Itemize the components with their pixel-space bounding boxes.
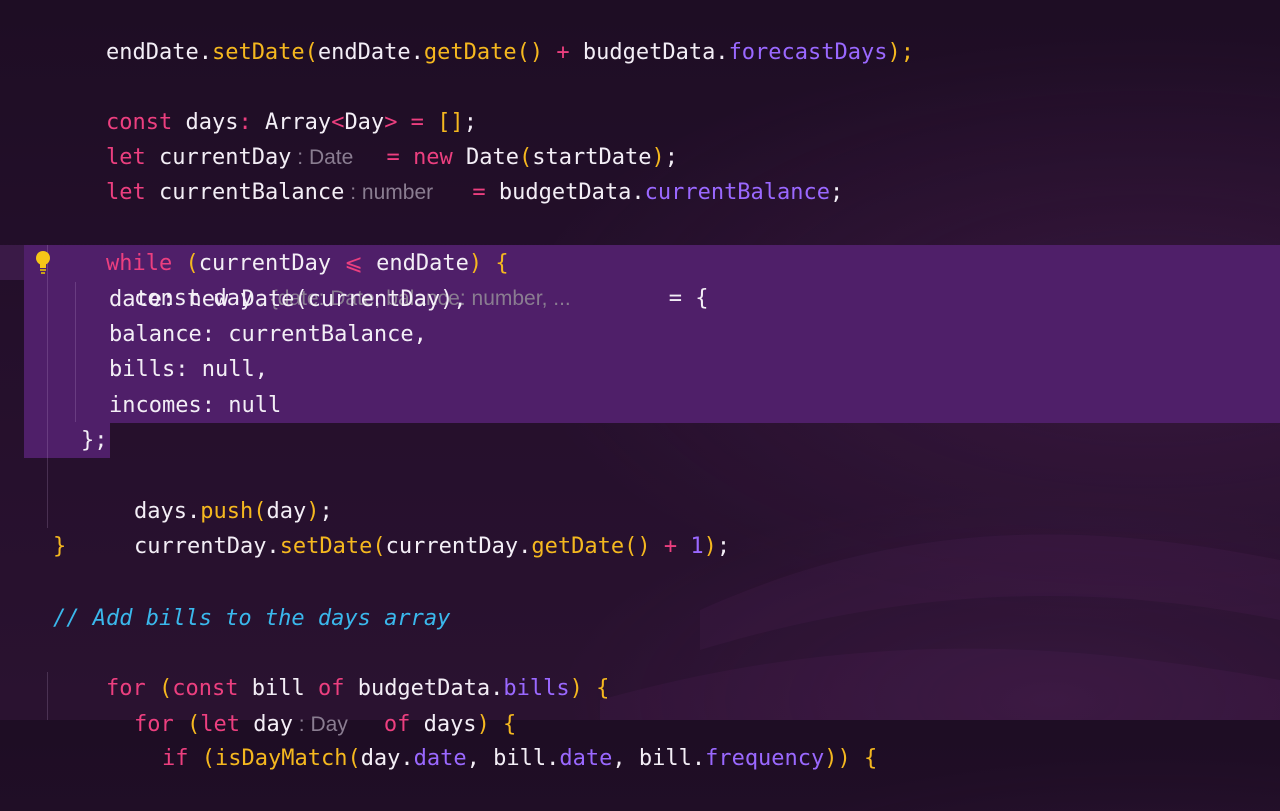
code-token: + bbox=[650, 534, 691, 559]
code-token: () bbox=[516, 40, 544, 65]
code-token: date bbox=[413, 746, 467, 771]
code-editor[interactable]: endDate.setDate(endDate.getDate() + budg… bbox=[0, 0, 1280, 771]
code-token: ) bbox=[703, 534, 717, 559]
code-line[interactable]: endDate.setDate(endDate.getDate() + budg… bbox=[53, 0, 914, 65]
code-token: getDate bbox=[423, 40, 517, 65]
code-token: budgetData. bbox=[582, 40, 729, 65]
code-token: isDayMatch bbox=[214, 746, 348, 771]
lightbulb-icon[interactable] bbox=[34, 250, 52, 276]
code-line[interactable]: bills: null, bbox=[109, 352, 268, 387]
code-line[interactable]: while (currentDay ⩽ endDate) { bbox=[53, 211, 509, 276]
code-line[interactable]: currentDay.setDate(currentDay.getDate() … bbox=[81, 494, 730, 559]
code-line[interactable]: } bbox=[53, 529, 66, 564]
code-token: { bbox=[850, 746, 878, 771]
code-token: ( bbox=[347, 746, 361, 771]
code-comment[interactable]: // Add bills to the days array bbox=[53, 601, 450, 636]
code-token: ( bbox=[188, 746, 215, 771]
code-line[interactable]: for (let day : Day of days) { bbox=[81, 672, 516, 737]
code-line[interactable]: const day : {date: Date, balance: number… bbox=[81, 246, 709, 311]
current-line-gutter-highlight bbox=[0, 245, 24, 280]
code-token: forecastDays bbox=[728, 40, 888, 65]
code-token: + bbox=[543, 40, 583, 65]
type-hint: : number bbox=[344, 181, 434, 204]
code-token: endDate. bbox=[317, 40, 424, 65]
code-token: ; bbox=[830, 180, 844, 205]
code-line[interactable]: for (const bill of budgetData.bills) { bbox=[53, 636, 609, 701]
code-token: date bbox=[559, 746, 613, 771]
code-token: = bbox=[459, 180, 499, 205]
code-token: , bill. bbox=[612, 746, 706, 771]
code-token: day. bbox=[360, 746, 414, 771]
code-line[interactable]: let currentBalance : number = budgetData… bbox=[53, 140, 843, 205]
code-line[interactable]: }; bbox=[81, 423, 108, 458]
code-line[interactable]: const days: Array<Day> = []; bbox=[53, 70, 477, 135]
code-token: { bbox=[582, 676, 610, 701]
code-token: currentBalance bbox=[145, 180, 345, 205]
code-line[interactable]: if (isDayMatch(day.date, bill.date, bill… bbox=[109, 706, 877, 771]
code-token: ( bbox=[304, 40, 318, 65]
indent-guide bbox=[47, 672, 48, 720]
code-token: getDate bbox=[531, 534, 625, 559]
code-line[interactable]: incomes: null bbox=[109, 388, 281, 423]
code-line[interactable]: balance: currentBalance, bbox=[109, 317, 427, 352]
code-token: if bbox=[161, 746, 189, 771]
code-token: setDate bbox=[279, 534, 373, 559]
code-token: currentDay. bbox=[385, 534, 532, 559]
code-token: endDate. bbox=[105, 40, 212, 65]
code-token: currentBalance bbox=[644, 180, 831, 205]
code-line[interactable]: days.push(day); bbox=[81, 459, 333, 524]
code-token: 1 bbox=[690, 534, 704, 559]
code-token: , bill. bbox=[466, 746, 560, 771]
code-token: ; bbox=[716, 534, 731, 559]
code-token: frequency bbox=[705, 746, 825, 771]
code-token: currentDay. bbox=[133, 534, 280, 559]
indent-guide bbox=[47, 245, 48, 528]
code-token: budgetData. bbox=[498, 180, 645, 205]
code-token: ) bbox=[569, 676, 583, 701]
code-token: () bbox=[624, 534, 651, 559]
code-token: )) bbox=[824, 746, 851, 771]
code-line[interactable]: let currentDay : Date = new Date(startDa… bbox=[53, 105, 678, 170]
code-token: let bbox=[105, 180, 146, 205]
code-token: = { bbox=[668, 286, 709, 311]
code-token: ( bbox=[372, 534, 386, 559]
code-line[interactable]: date: new Date(currentDay), bbox=[109, 282, 467, 317]
code-token: ); bbox=[887, 40, 915, 65]
code-token: setDate bbox=[211, 40, 305, 65]
